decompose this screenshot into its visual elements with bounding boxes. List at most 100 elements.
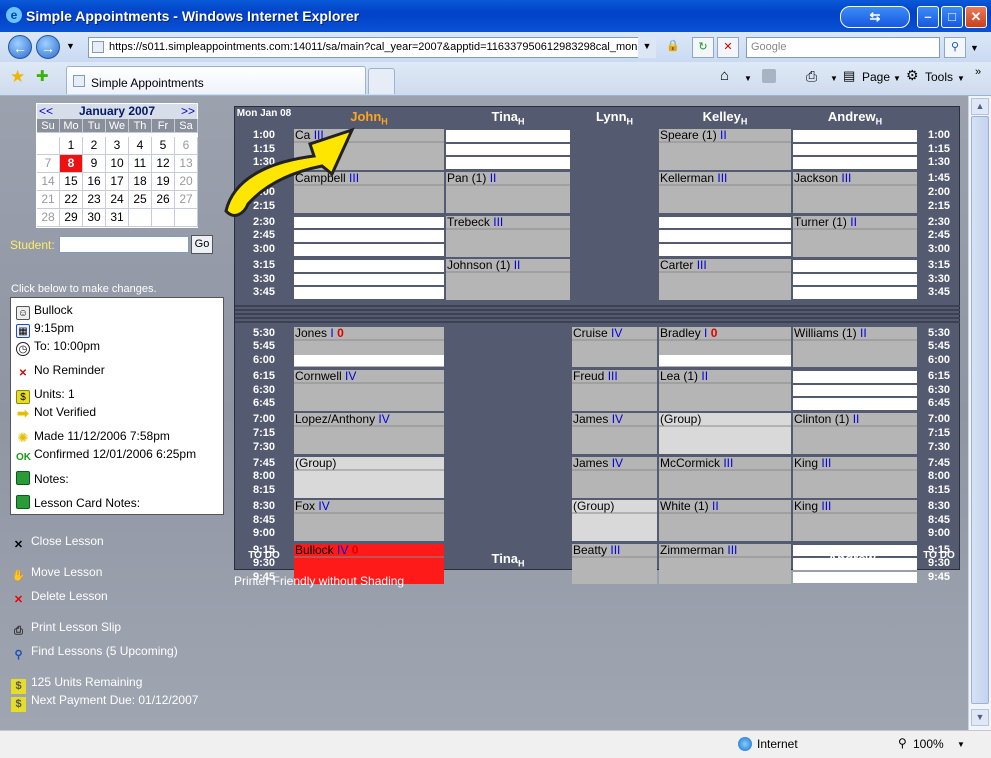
open-slot[interactable] xyxy=(793,371,917,383)
calendar-day[interactable]: 2 xyxy=(83,137,106,155)
appointment-cell[interactable]: McCormick III xyxy=(659,456,791,498)
favorites-star-icon[interactable]: ★ xyxy=(10,67,25,87)
move-lesson-link[interactable]: ✋ Move Lesson xyxy=(11,565,103,584)
open-slot[interactable] xyxy=(294,244,444,256)
go-button[interactable]: Go xyxy=(191,235,213,254)
url-dropdown-icon[interactable]: ▼ xyxy=(638,37,656,58)
calendar-day[interactable]: 10 xyxy=(106,155,129,173)
student-search-input[interactable] xyxy=(59,236,189,253)
open-slot[interactable] xyxy=(294,354,444,367)
appointment-cell[interactable]: (Group) xyxy=(294,456,444,498)
page-menu[interactable]: Page xyxy=(862,70,890,84)
appointment-cell[interactable]: Pan (1) II xyxy=(446,172,570,214)
prev-month-link[interactable]: << xyxy=(39,104,53,119)
calendar-day[interactable]: 26 xyxy=(152,191,175,209)
vertical-scrollbar[interactable]: ▲ ▼ xyxy=(968,96,991,730)
calendar-day[interactable]: 4 xyxy=(129,137,152,155)
zoom-level[interactable]: 100% xyxy=(913,737,944,751)
appointment-cell[interactable]: (Group) xyxy=(572,500,657,541)
appointment-cell[interactable]: Cruise IV xyxy=(572,326,657,368)
calendar-day[interactable]: 29 xyxy=(60,209,83,227)
scroll-down-icon[interactable]: ▼ xyxy=(971,709,989,726)
find-lessons-link[interactable]: ⚲ Find Lessons (5 Upcoming) xyxy=(11,644,177,663)
calendar-day[interactable]: 23 xyxy=(83,191,106,209)
next-month-link[interactable]: >> xyxy=(181,104,195,119)
open-slot[interactable] xyxy=(793,384,917,397)
calendar-day[interactable]: 30 xyxy=(83,209,106,227)
calendar-day[interactable]: 3 xyxy=(106,137,129,155)
zoom-icon[interactable]: ⚲ xyxy=(898,736,907,750)
appointment-cell[interactable]: Trebeck III xyxy=(446,215,570,257)
delete-lesson-link[interactable]: ✕ Delete Lesson xyxy=(11,589,108,608)
page-icon[interactable]: ▤ xyxy=(843,68,855,84)
forward-button[interactable]: → xyxy=(36,35,60,59)
print-icon[interactable]: ⎙ xyxy=(806,68,817,85)
calendar-day[interactable]: 14 xyxy=(37,173,60,191)
calendar-day[interactable]: 24 xyxy=(106,191,129,209)
units-remaining-link[interactable]: $125 Units Remaining xyxy=(11,675,142,694)
calendar-day[interactable]: 13 xyxy=(175,155,198,173)
calendar-day[interactable]: 21 xyxy=(37,191,60,209)
calendar-day[interactable]: 5 xyxy=(152,137,175,155)
appointment-cell[interactable]: Lopez/Anthony IV xyxy=(294,413,444,455)
calendar-day[interactable]: 7 xyxy=(37,155,60,173)
print-dropdown-icon[interactable]: ▼ xyxy=(830,74,838,83)
appointment-cell[interactable]: Speare (1) II xyxy=(659,129,791,170)
open-slot[interactable] xyxy=(793,273,917,286)
calendar-day[interactable]: 16 xyxy=(83,173,106,191)
open-slot[interactable] xyxy=(793,558,917,570)
calendar-day[interactable]: 18 xyxy=(129,173,152,191)
teacher-header-tina[interactable]: TinaH xyxy=(445,549,571,569)
scroll-up-icon[interactable]: ▲ xyxy=(971,98,989,115)
appointment-cell[interactable]: James IV xyxy=(572,413,657,455)
calendar-day[interactable]: 12 xyxy=(152,155,175,173)
open-slot[interactable] xyxy=(793,544,917,557)
appointment-cell[interactable]: King III xyxy=(793,500,917,541)
open-slot[interactable] xyxy=(446,157,570,169)
tools-menu[interactable]: Tools xyxy=(925,70,953,84)
zoom-dropdown-icon[interactable]: ▼ xyxy=(957,740,965,749)
search-input[interactable]: Google xyxy=(746,37,940,58)
appointment-cell[interactable]: James IV xyxy=(572,456,657,498)
add-favorites-icon[interactable]: ✚ xyxy=(36,67,49,85)
maximize-button[interactable]: □ xyxy=(941,6,963,28)
teacher-header-andrew[interactable]: AndrewH xyxy=(792,107,918,127)
calendar-day[interactable]: 27 xyxy=(175,191,198,209)
next-payment-link[interactable]: $ Next Payment Due: 01/12/2007 xyxy=(11,693,198,712)
close-window-button[interactable]: ✕ xyxy=(965,6,987,28)
open-slot[interactable] xyxy=(793,398,917,410)
appointment-cell[interactable]: Cornwell IV xyxy=(294,370,444,411)
minimize-button[interactable]: – xyxy=(917,6,939,28)
tab-simple-appointments[interactable]: Simple Appointments xyxy=(66,66,366,94)
appointment-cell[interactable]: (Group) xyxy=(659,413,791,455)
appointment-cell[interactable]: Kellerman III xyxy=(659,172,791,214)
toolbar-chevron-icon[interactable]: » xyxy=(975,66,981,78)
open-slot[interactable] xyxy=(294,260,444,272)
printer-friendly-link[interactable]: Printer Friendly without Shading xyxy=(234,574,404,588)
new-tab-button[interactable] xyxy=(368,68,395,94)
open-slot[interactable] xyxy=(659,216,791,229)
lock-icon[interactable]: 🔒 xyxy=(662,37,684,58)
appointment-cell[interactable]: White (1) II xyxy=(659,500,791,541)
tools-gear-icon[interactable]: ⚙ xyxy=(906,67,919,84)
page-dropdown-icon[interactable]: ▼ xyxy=(893,74,901,83)
appointment-cell[interactable]: Zimmerman III xyxy=(659,543,791,585)
switch-window-icon[interactable]: ⇆ xyxy=(840,6,910,28)
calendar-day[interactable]: 15 xyxy=(60,173,83,191)
search-options-icon[interactable]: ▼ xyxy=(970,43,979,53)
teacher-header-lynn[interactable]: LynnH xyxy=(571,107,658,127)
teacher-header-tina[interactable]: TinaH xyxy=(445,107,571,127)
refresh-button[interactable]: ↻ xyxy=(692,37,714,58)
appointment-cell[interactable]: Williams (1) II xyxy=(793,326,917,368)
home-dropdown-icon[interactable]: ▼ xyxy=(744,74,752,83)
appointment-cell[interactable]: Beatty III xyxy=(572,543,657,585)
open-slot[interactable] xyxy=(793,157,917,169)
home-icon[interactable]: ⌂ xyxy=(720,67,729,84)
open-slot[interactable] xyxy=(446,143,570,156)
open-slot[interactable] xyxy=(659,354,791,367)
calendar-day[interactable]: 20 xyxy=(175,173,198,191)
scroll-thumb[interactable] xyxy=(971,116,989,704)
appointment-cell[interactable]: Carter III xyxy=(659,259,791,300)
calendar-day[interactable]: 28 xyxy=(37,209,60,227)
open-slot[interactable] xyxy=(294,287,444,299)
